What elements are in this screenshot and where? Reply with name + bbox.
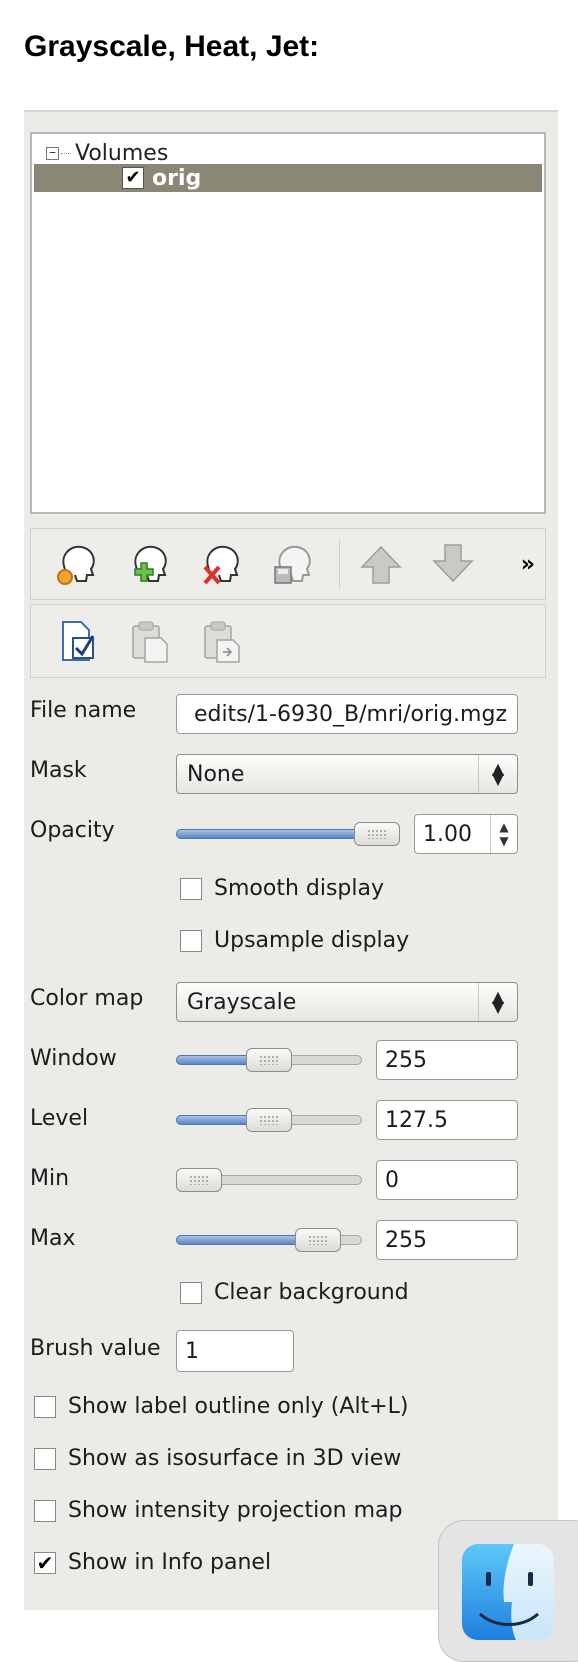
file-name-label: File name [30,698,137,723]
mask-label: Mask [30,758,87,783]
intensity-projection-checkbox[interactable] [34,1499,56,1522]
isosurface-label: Show as isosurface in 3D view [68,1446,402,1471]
brush-value-input[interactable]: 1 [176,1330,294,1372]
info-panel-checkbox[interactable]: ✔ [34,1551,56,1574]
spin-arrows-icon[interactable]: ▲ ▼ [490,815,517,853]
info-panel-option[interactable]: ✔ Show in Info panel [34,1550,271,1575]
opacity-spinbox[interactable]: 1.00 ▲ ▼ [414,814,518,854]
new-volume-button[interactable] [125,539,175,589]
copy-settings-icon [132,621,168,663]
collapse-icon[interactable]: − [46,146,59,160]
tree-root-volumes[interactable]: − Volumes [46,140,168,166]
slider-fill [176,829,377,839]
color-map-label: Color map [30,986,144,1011]
tree-connector [61,152,71,154]
slider-handle[interactable] [246,1108,292,1132]
layer-tree[interactable]: − Volumes ✔ orig [30,132,546,514]
slider-handle[interactable] [295,1228,341,1252]
move-up-button[interactable] [356,539,406,589]
move-down-icon [432,544,474,583]
copy-settings-button[interactable] [125,616,175,666]
load-volume-icon [57,545,95,585]
move-up-icon [360,545,402,584]
slider-handle[interactable] [246,1048,292,1072]
window-input[interactable]: 255 [376,1040,518,1080]
load-volume-button[interactable] [53,539,103,589]
save-volume-icon [274,545,311,584]
info-panel-label: Show in Info panel [68,1550,272,1575]
clear-background-label: Clear background [214,1280,409,1305]
min-slider[interactable] [176,1168,362,1192]
upsample-display-option[interactable]: Upsample display [180,928,409,953]
finder-icon[interactable] [462,1544,554,1640]
intensity-projection-label: Show intensity projection map [68,1498,403,1523]
tree-item-orig[interactable]: ✔ orig [34,164,542,192]
clear-background-checkbox[interactable] [180,1281,202,1304]
tree-root-label: Volumes [75,140,169,166]
window-label: Window [30,1046,117,1071]
isosurface-option[interactable]: Show as isosurface in 3D view [34,1446,401,1471]
opacity-value: 1.00 [423,821,472,847]
min-input[interactable]: 0 [376,1160,518,1200]
smooth-display-option[interactable]: Smooth display [180,876,384,901]
close-volume-icon [203,545,239,585]
upsample-display-checkbox[interactable] [180,929,202,952]
toolbar-overflow-button[interactable]: » [521,552,535,577]
level-label: Level [30,1106,89,1131]
label-outline-label: Show label outline only (Alt+L) [68,1394,409,1419]
select-arrows-icon: ▲ ▼ [478,983,517,1021]
opacity-slider[interactable] [176,822,400,846]
mask-select-value: None [187,761,245,787]
toolbar-separator [339,539,340,589]
paste-settings-icon [204,621,240,663]
mask-select[interactable]: None ▲ ▼ [176,754,518,794]
max-label: Max [30,1226,76,1251]
move-down-button[interactable] [428,539,478,589]
paste-settings-button[interactable] [197,616,247,666]
label-outline-checkbox[interactable] [34,1395,56,1418]
smooth-display-label: Smooth display [214,876,384,901]
layer-toolbar-secondary [30,604,546,678]
file-name-field[interactable]: edits/1-6930_B/mri/orig.mgz [176,694,518,734]
save-volume-button[interactable] [269,539,319,589]
close-volume-button[interactable] [197,539,247,589]
layer-properties-panel: − Volumes ✔ orig » File name edits/1-693… [24,110,558,1610]
label-outline-option[interactable]: Show label outline only (Alt+L) [34,1394,408,1419]
min-label: Min [30,1166,70,1191]
intensity-projection-option[interactable]: Show intensity projection map [34,1498,402,1523]
layer-visible-checkbox[interactable]: ✔ [122,167,144,189]
smooth-display-checkbox[interactable] [180,877,202,900]
select-all-button[interactable] [53,616,103,666]
clear-background-option[interactable]: Clear background [180,1280,409,1305]
level-input[interactable]: 127.5 [376,1100,518,1140]
opacity-label: Opacity [30,818,115,843]
slider-handle[interactable] [354,822,400,846]
new-volume-icon [134,545,167,582]
slider-handle[interactable] [176,1168,222,1192]
page-heading: Grayscale, Heat, Jet: [24,30,320,63]
color-map-select-value: Grayscale [187,989,297,1015]
upsample-display-label: Upsample display [214,928,410,953]
select-arrows-icon: ▲ ▼ [478,755,517,793]
window-slider[interactable] [176,1048,362,1072]
tree-item-label: orig [152,165,202,191]
max-input[interactable]: 255 [376,1220,518,1260]
color-map-select[interactable]: Grayscale ▲ ▼ [176,982,518,1022]
layer-toolbar: » [30,528,546,600]
max-slider[interactable] [176,1228,362,1252]
brush-value-label: Brush value [30,1336,161,1361]
level-slider[interactable] [176,1108,362,1132]
isosurface-checkbox[interactable] [34,1447,56,1470]
select-all-icon [62,621,95,661]
